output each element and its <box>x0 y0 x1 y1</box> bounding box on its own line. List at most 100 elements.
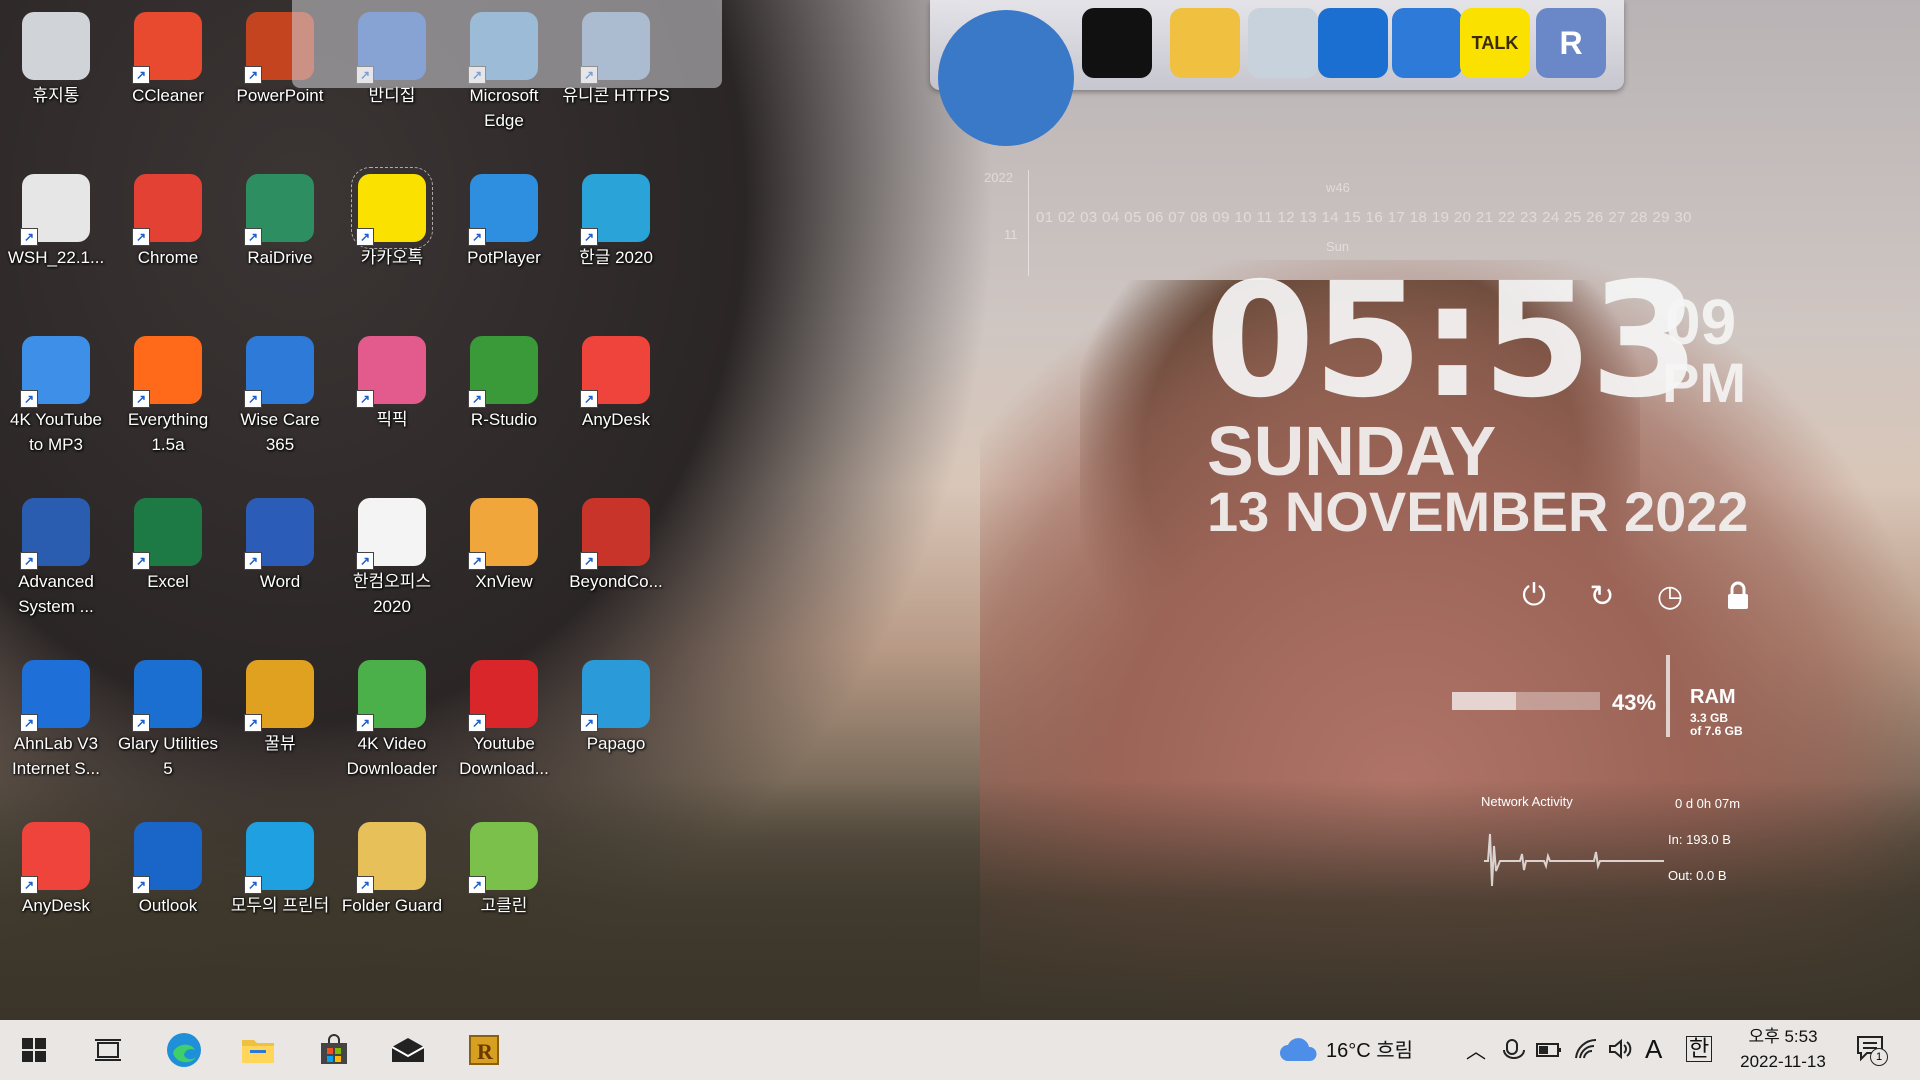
uptime: 0 d 0h 07m <box>1675 796 1741 811</box>
tray-overflow-chevron[interactable]: ︿ <box>1466 1035 1486 1064</box>
desktop-icon[interactable]: 휴지통 <box>2 8 110 108</box>
taskbar-edge[interactable] <box>160 1026 208 1074</box>
desktop-icon[interactable]: ↗ Papago <box>562 656 670 756</box>
restart-icon[interactable]: ↻ <box>1586 580 1618 613</box>
desktop-icon[interactable]: ↗ 고클린 <box>450 818 558 918</box>
shortcut-arrow-icon: ↗ <box>20 228 38 246</box>
tray-battery-icon[interactable] <box>1536 1042 1562 1063</box>
sleep-icon[interactable]: ◷ <box>1654 580 1686 613</box>
desktop-icon[interactable]: ↗ Outlook <box>114 818 222 918</box>
desktop-icon[interactable]: ↗ RaiDrive <box>226 170 334 270</box>
weather-widget[interactable]: 16°C 흐림 <box>1278 1034 1413 1063</box>
shortcut-arrow-icon: ↗ <box>244 390 262 408</box>
desktop-icon[interactable]: ↗ R-Studio <box>450 332 558 432</box>
desktop-icon-label: Wise Care 365 <box>240 410 320 454</box>
desktop-icon[interactable]: ↗ WSH_22.1... <box>2 170 110 270</box>
desktop-icon-label: Word <box>259 572 301 591</box>
glary-moon-icon[interactable] <box>1318 8 1388 78</box>
power-icon[interactable]: ⏻ <box>1518 579 1550 612</box>
desktop-icon-label: XnView <box>475 572 533 591</box>
globe-icon[interactable] <box>938 10 1074 146</box>
desktop-icon[interactable]: ↗ Word <box>226 494 334 594</box>
desktop-icon[interactable]: ↗ 픽픽 <box>338 332 446 432</box>
desktop-icon-label: AnyDesk <box>21 896 91 915</box>
calendar-week: w46 <box>1326 180 1350 195</box>
desktop-icon[interactable]: ↗ 한컴오피스 2020 <box>338 494 446 619</box>
task-view-button[interactable] <box>84 1026 132 1074</box>
edge-icon <box>167 1033 201 1067</box>
tray-wifi-icon[interactable] <box>1574 1038 1598 1065</box>
excel-icon: ↗ <box>132 498 202 570</box>
taskbar-mail[interactable] <box>384 1026 432 1074</box>
desktop-icon[interactable]: ↗ AnyDesk <box>2 818 110 918</box>
notification-center-button[interactable]: 1 <box>1856 1034 1888 1069</box>
advanced-systemcare-icon: ↗ <box>20 498 90 570</box>
desktop-icon[interactable]: ↗ Advanced System ... <box>2 494 110 619</box>
desktop-icon[interactable]: ↗ Wise Care 365 <box>226 332 334 457</box>
desktop-icon[interactable]: ↗ Folder Guard <box>338 818 446 918</box>
desktop-icon[interactable]: ↗ Glary Utilities 5 <box>114 656 222 781</box>
desktop-icon-label: 모두의 프린터 <box>230 896 330 915</box>
shortcut-arrow-icon: ↗ <box>356 714 374 732</box>
desktop-icon[interactable]: ↗ 4K Video Downloader <box>338 656 446 781</box>
recycle-bin-icon[interactable] <box>1248 8 1318 78</box>
desktop-icon-label: Youtube Download... <box>459 734 549 778</box>
clock-time: 05:53 <box>1205 249 1700 433</box>
kakaotalk-icon[interactable]: TALK <box>1460 8 1530 78</box>
printer-icon: ↗ <box>244 822 314 894</box>
desktop-icon[interactable]: ↗ 한글 2020 <box>562 170 670 270</box>
desktop-icon[interactable]: ↗ Chrome <box>114 170 222 270</box>
video-downloader-icon: ↗ <box>356 660 426 732</box>
desktop-icon[interactable]: ↗ 카카오톡 <box>338 167 446 270</box>
lock-icon[interactable] <box>1722 580 1754 612</box>
desktop-icon[interactable]: ↗ 모두의 프린터 <box>226 818 334 918</box>
youtube-downloader-icon: ↗ <box>468 660 538 732</box>
hammer-wrench-icon[interactable] <box>1170 8 1240 78</box>
beyond-compare-icon: ↗ <box>580 498 650 570</box>
taskbar-clock[interactable]: 오후 5:53 2022-11-13 <box>1728 1025 1838 1075</box>
taskbar-file-explorer[interactable] <box>234 1026 282 1074</box>
clock-ampm: PM <box>1662 351 1746 414</box>
shortcut-arrow-icon: ↗ <box>20 390 38 408</box>
shortcut-arrow-icon: ↗ <box>468 552 486 570</box>
ram-label: RAM <box>1690 686 1736 708</box>
ram-usage-bar <box>1452 692 1600 710</box>
desktop-icon[interactable]: ↗ Everything 1.5a <box>114 332 222 457</box>
desktop-icon[interactable]: ↗ AnyDesk <box>562 332 670 432</box>
ime-mode-indicator[interactable]: A <box>1645 1034 1662 1065</box>
desktop-icon[interactable]: ↗ 꿀뷰 <box>226 656 334 756</box>
tshirt-icon[interactable] <box>1082 8 1152 78</box>
everything-search-icon: ↗ <box>132 336 202 408</box>
taskbar-store[interactable] <box>310 1026 358 1074</box>
goclean-icon: ↗ <box>468 822 538 894</box>
tray-meet-icon[interactable] <box>1503 1038 1525 1067</box>
shortcut-arrow-icon: ↗ <box>468 390 486 408</box>
desktop-icon-label: 카카오톡 <box>360 248 424 267</box>
registry-icon: R <box>469 1035 499 1065</box>
desktop-icon[interactable]: ↗ AhnLab V3 Internet S... <box>2 656 110 781</box>
taskbar-time: 오후 5:53 <box>1748 1027 1818 1046</box>
task-view-icon <box>95 1039 121 1061</box>
registry-icon[interactable]: R <box>1536 8 1606 78</box>
desktop-icon[interactable]: ↗ PotPlayer <box>450 170 558 270</box>
desktop-icon[interactable]: ↗ CCleaner <box>114 8 222 108</box>
desktop-icon[interactable]: ↗ BeyondCo... <box>562 494 670 594</box>
cloud-icon <box>1280 1037 1317 1061</box>
taskbar-registry-app[interactable]: R <box>460 1026 508 1074</box>
ram-divider <box>1666 655 1670 737</box>
desktop-icon[interactable]: ↗ Youtube Download... <box>450 656 558 781</box>
desktop-icon-label: Advanced System ... <box>18 572 94 616</box>
tray-volume-icon[interactable] <box>1608 1038 1632 1065</box>
desktop-icon[interactable]: ↗ XnView <box>450 494 558 594</box>
word-icon: ↗ <box>244 498 314 570</box>
network-graph <box>1484 833 1664 887</box>
hancom-office-icon: ↗ <box>356 498 426 570</box>
shortcut-arrow-icon: ↗ <box>132 390 150 408</box>
ime-language-indicator[interactable]: 한 <box>1686 1036 1713 1062</box>
calendar-month: 11 <box>1004 227 1018 242</box>
shortcut-arrow-icon: ↗ <box>132 714 150 732</box>
desktop-icon[interactable]: ↗ Excel <box>114 494 222 594</box>
desktop-icon[interactable]: ↗ 4K YouTube to MP3 <box>2 332 110 457</box>
wise-shield-icon[interactable] <box>1392 8 1462 78</box>
start-button[interactable] <box>10 1026 58 1074</box>
